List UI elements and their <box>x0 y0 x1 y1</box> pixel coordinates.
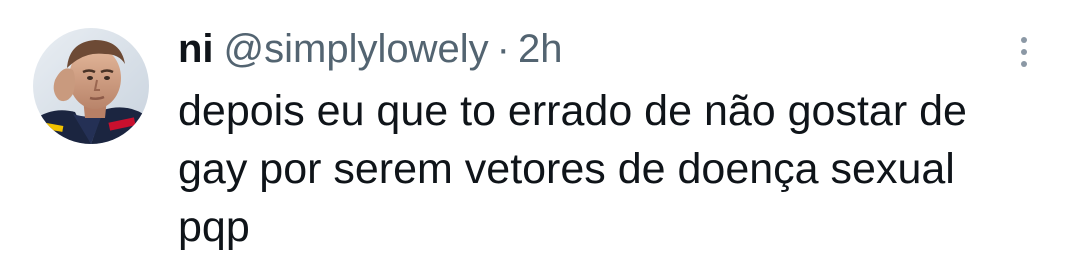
author-name[interactable]: ni <box>178 26 214 72</box>
avatar[interactable] <box>33 28 149 144</box>
more-vertical-dots-icon <box>1021 37 1027 43</box>
avatar-photo <box>33 28 149 144</box>
author-handle[interactable]: @simplylowely <box>224 26 489 72</box>
tweet-header: ni @simplylowely · 2h <box>178 26 562 72</box>
tweet-text: depois eu que to errado de não gostar de… <box>178 87 967 251</box>
more-options-button[interactable] <box>1004 30 1044 74</box>
tweet[interactable]: ni @simplylowely · 2h depois eu que to e… <box>0 0 1080 262</box>
separator-dot: · <box>496 27 510 71</box>
timestamp[interactable]: 2h <box>518 26 563 72</box>
